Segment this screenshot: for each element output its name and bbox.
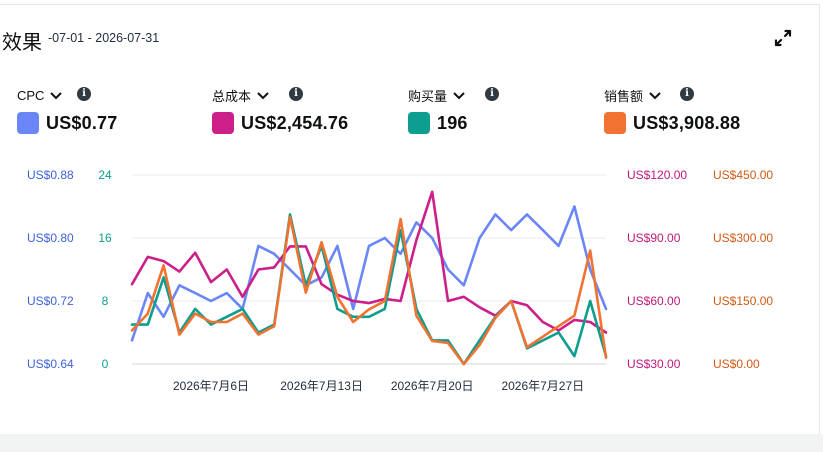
bottom-band <box>0 434 823 452</box>
info-icon[interactable]: i <box>289 87 303 101</box>
metric-value: US$3,908.88 <box>633 112 741 133</box>
series-color-swatch <box>212 112 234 134</box>
chevron-down-icon[interactable] <box>648 90 662 100</box>
metric-sales[interactable]: 销售额 i US$3,908.88 <box>604 86 784 136</box>
metric-name: CPC <box>17 87 45 103</box>
card-title: 效果 <box>2 32 42 54</box>
chevron-down-icon[interactable] <box>256 90 270 100</box>
series-color-swatch <box>17 112 39 134</box>
metric-name: 销售额 <box>604 88 644 104</box>
metric-cpc[interactable]: CPC i US$0.77 <box>17 86 197 136</box>
date-range: -07-01 - 2026-07-31 <box>48 31 160 45</box>
metric-purchases[interactable]: 购买量 i 196 <box>408 86 588 136</box>
info-icon[interactable]: i <box>680 87 694 101</box>
metric-value: US$0.77 <box>46 112 118 133</box>
info-icon[interactable]: i <box>77 87 91 101</box>
series-color-swatch <box>604 112 626 134</box>
metric-value: US$2,454.76 <box>241 112 349 133</box>
metric-name: 总成本 <box>212 88 252 104</box>
metric-total-cost[interactable]: 总成本 i US$2,454.76 <box>212 86 392 136</box>
info-icon[interactable]: i <box>485 87 499 101</box>
chevron-down-icon[interactable] <box>49 90 63 100</box>
metric-value: 196 <box>437 112 468 133</box>
performance-card <box>0 4 820 434</box>
expand-icon[interactable] <box>774 29 792 47</box>
chevron-down-icon[interactable] <box>452 90 466 100</box>
series-color-swatch <box>408 112 430 134</box>
metric-name: 购买量 <box>408 88 448 104</box>
